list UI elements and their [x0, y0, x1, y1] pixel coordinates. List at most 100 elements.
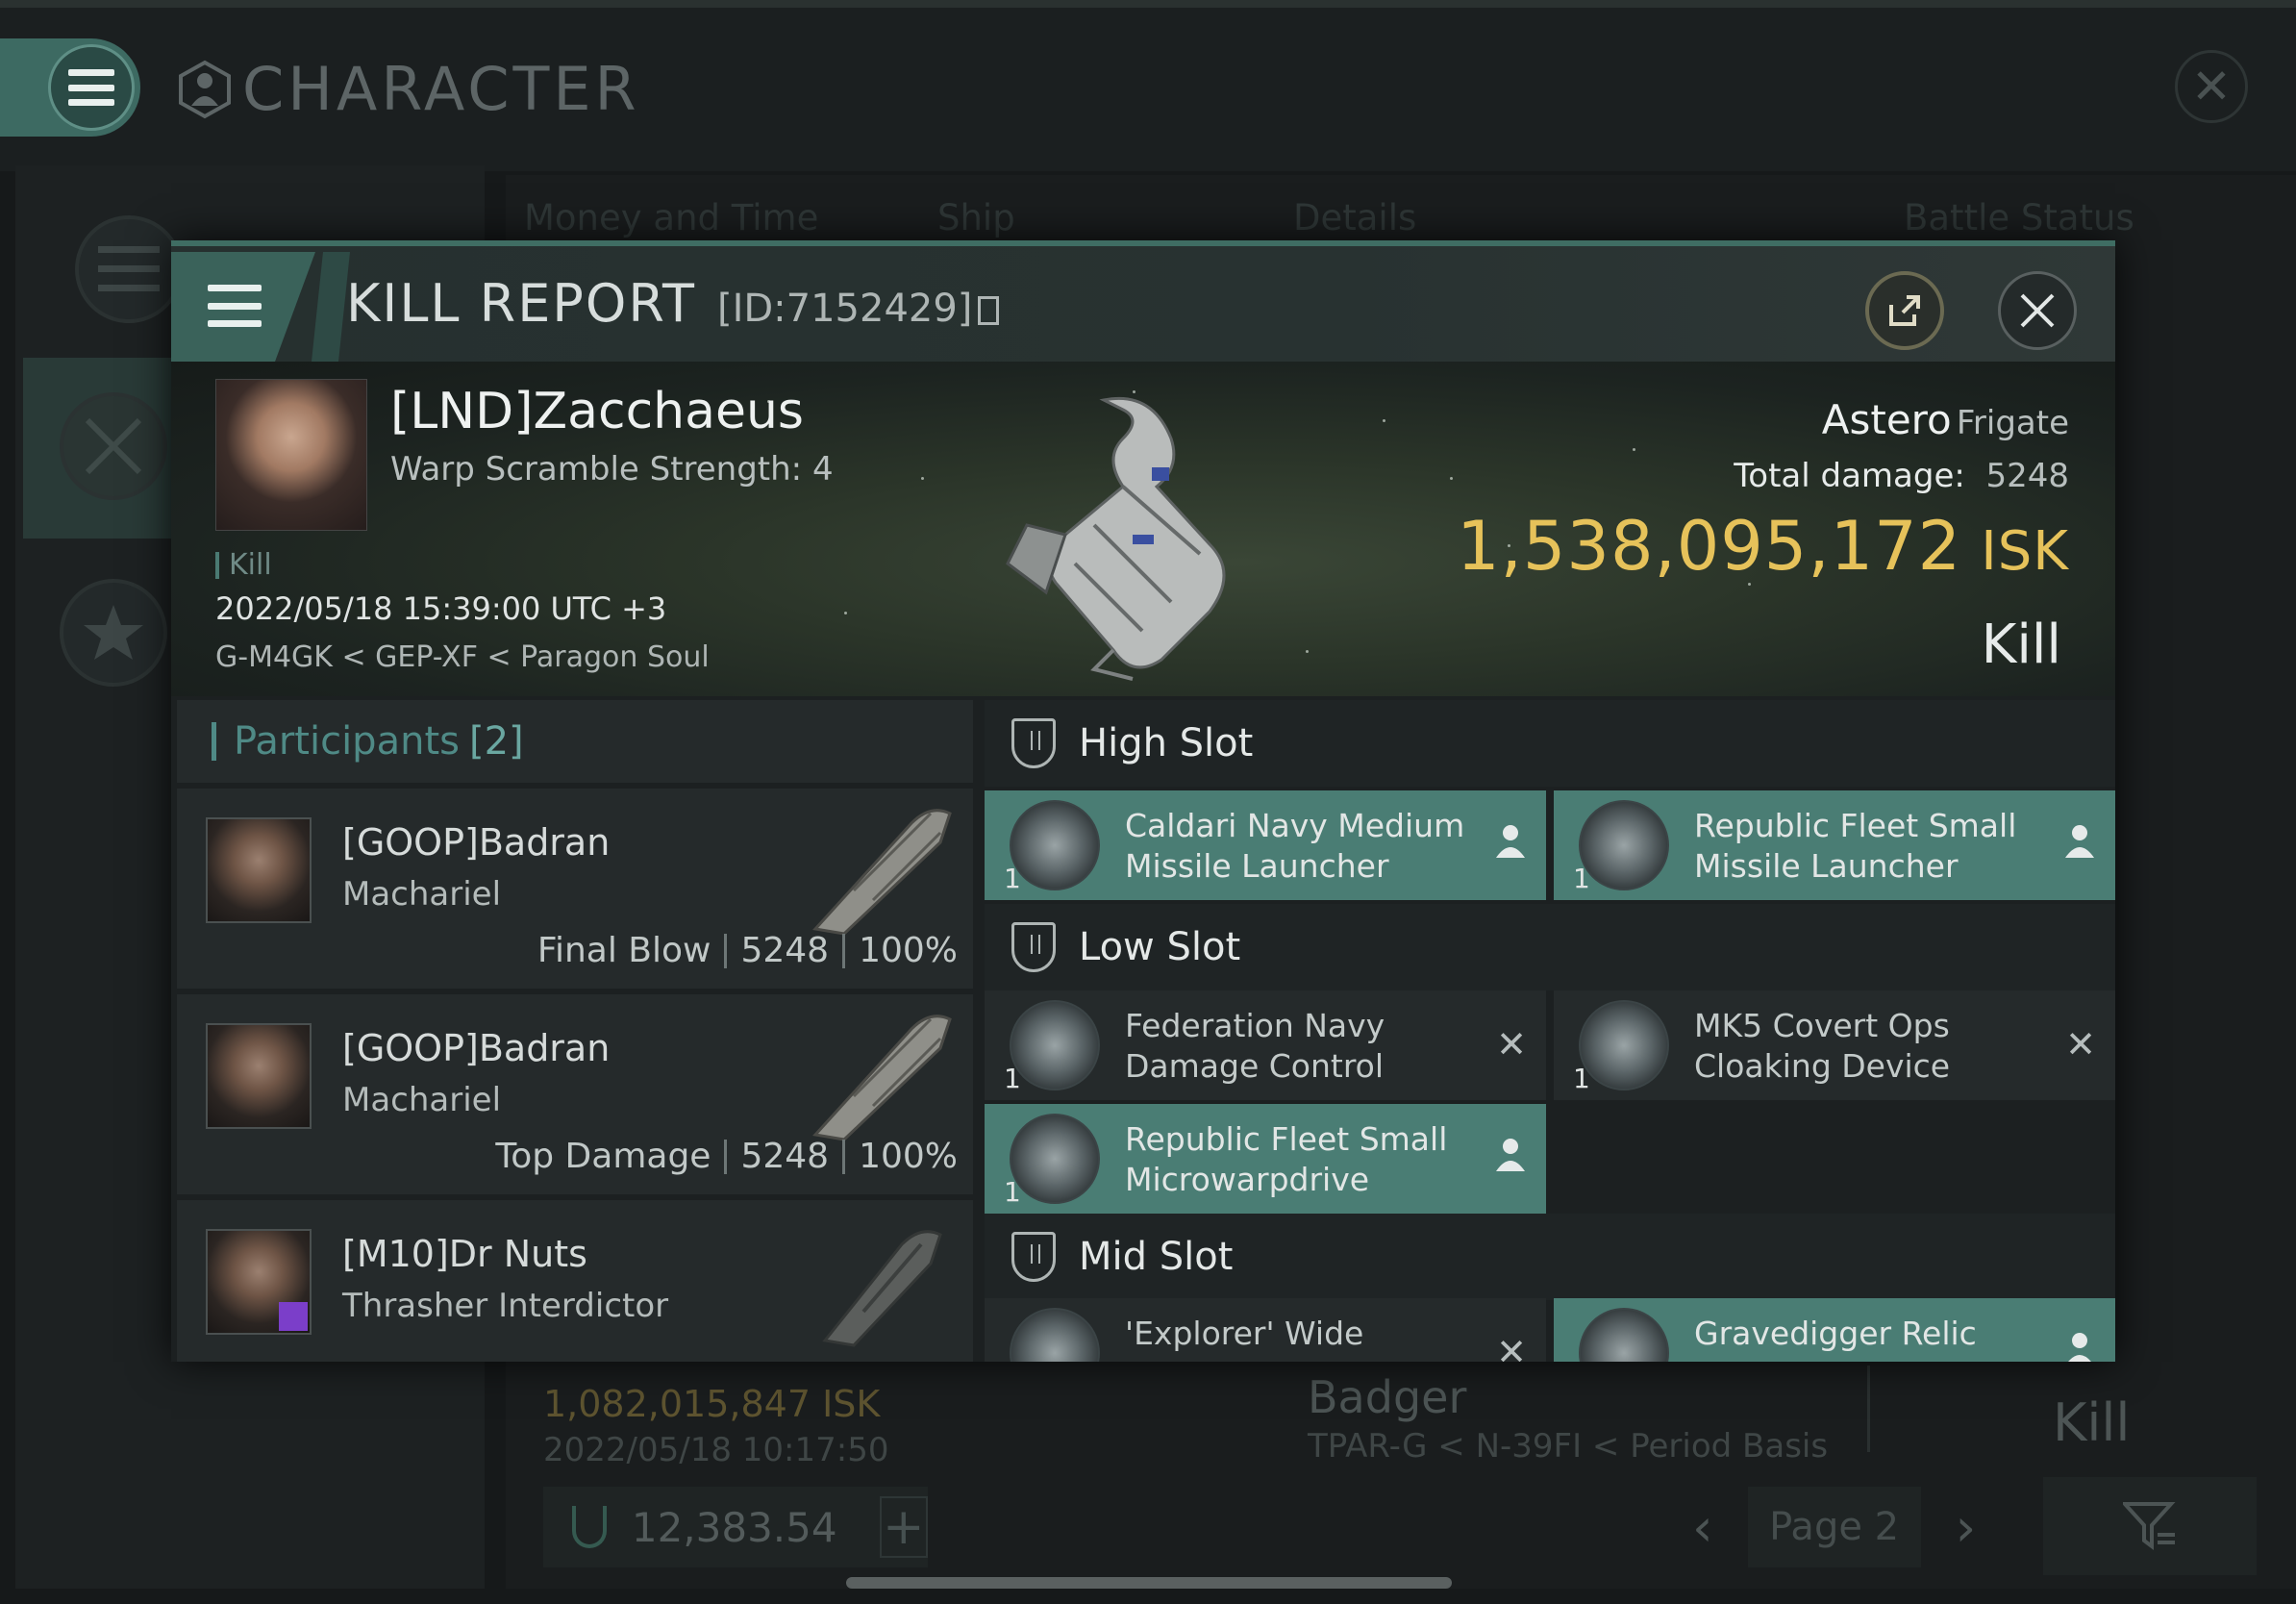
corp-badge-icon	[279, 1302, 308, 1331]
participant-portrait[interactable]	[206, 1023, 312, 1129]
participants-label: Participants	[234, 719, 460, 764]
next-page-button[interactable]: ›	[1956, 1497, 1977, 1558]
module-name: Republic Fleet Small Microwarpdrive	[1125, 1120, 1448, 1198]
row-isk-value: 1,082,015,847 ISK	[543, 1383, 881, 1425]
add-funds-button[interactable]: +	[879, 1496, 928, 1558]
top-edge	[0, 0, 2296, 8]
participants-header: Participants [2]	[177, 700, 973, 783]
participant-portrait[interactable]	[206, 1229, 312, 1335]
kill-report-title-text: KILL REPORT	[346, 273, 696, 334]
filter-button[interactable]	[2043, 1477, 2257, 1575]
participant-stats: Top Damage 5248 100%	[495, 1137, 958, 1176]
participants-count: [2]	[468, 719, 524, 764]
share-icon	[1889, 295, 1920, 326]
combat-log-button[interactable]	[60, 392, 167, 500]
previous-page-button[interactable]: ‹	[1692, 1497, 1713, 1558]
person-icon	[1494, 1137, 1527, 1182]
kill-report-header: KILL REPORT [ID:7152429]	[171, 240, 2115, 362]
main-menu-button[interactable]	[48, 44, 135, 131]
person-icon	[1494, 823, 1527, 868]
participant-row[interactable]: [GOOP]Badran Machariel Final Blow 5248 1…	[177, 789, 973, 989]
victim-portrait[interactable]	[215, 379, 367, 531]
column-ship[interactable]: Ship	[937, 197, 1015, 238]
participant-stats: Final Blow 5248 100%	[537, 931, 958, 970]
module-item[interactable]: Gravedigger Relic	[1554, 1298, 2115, 1362]
missile-launcher-icon	[1010, 800, 1100, 890]
module-item[interactable]: 1 Federation Navy Damage Control ✕	[985, 990, 1546, 1100]
module-item[interactable]: 1 Republic Fleet Small Microwarpdrive	[985, 1104, 1546, 1214]
page-indicator: Page 2	[1747, 1487, 1921, 1567]
victim-name[interactable]: [LND]Zacchaeus	[390, 383, 804, 440]
total-damage-value: 5248	[1985, 457, 2069, 495]
kill-report-dialog: KILL REPORT [ID:7152429] [LND]Zacchaeus …	[171, 240, 2115, 1362]
medals-button[interactable]	[60, 579, 167, 687]
close-x-icon: ✕	[2065, 1023, 2096, 1065]
person-icon	[2063, 1331, 2096, 1362]
high-slot-icon	[1011, 718, 1056, 768]
victim-ship-name[interactable]: Astero	[1822, 396, 1952, 443]
list-icon	[98, 246, 160, 291]
participant-damage: 5248	[740, 931, 830, 970]
kill-report-id: [ID:7152429]	[717, 287, 1000, 331]
module-quantity: 1	[1004, 1063, 1021, 1094]
thrasher-ship-image	[822, 1230, 942, 1347]
share-button[interactable]	[1865, 271, 1944, 350]
participant-role: Final Blow	[537, 931, 711, 970]
module-name: MK5 Covert Ops Cloaking Device	[1694, 1007, 1951, 1085]
participant-name[interactable]: [GOOP]Badran	[342, 821, 610, 864]
column-details[interactable]: Details	[1293, 197, 1416, 238]
window-close-button[interactable]: ✕	[2175, 50, 2248, 123]
participant-damage-percent: 100%	[859, 931, 958, 970]
column-money-time[interactable]: Money and Time	[524, 197, 818, 238]
astero-ship-image[interactable]	[988, 381, 1296, 689]
kill-report-menu-button[interactable]	[171, 252, 315, 362]
relic-analyzer-icon	[1579, 1308, 1669, 1362]
participant-ship: Thrasher Interdictor	[342, 1287, 669, 1325]
total-damage: Total damage: 5248	[1457, 457, 2069, 495]
missile-launcher-icon	[1579, 800, 1669, 890]
scanner-probe-launcher-icon	[1010, 1308, 1100, 1362]
cloaking-device-icon	[1579, 1000, 1669, 1090]
module-item[interactable]: 1 Republic Fleet Small Missile Launcher	[1554, 790, 2115, 900]
module-quantity: 1	[1004, 1176, 1021, 1208]
module-quantity: 1	[1004, 863, 1021, 894]
kill-datetime: 2022/05/18 15:39:00 UTC +3	[215, 590, 667, 627]
filter-icon	[2123, 1502, 2176, 1550]
mid-slot-icon	[1011, 1232, 1056, 1282]
participant-name[interactable]: [GOOP]Badran	[342, 1027, 610, 1069]
kill-report-title: KILL REPORT [ID:7152429]	[346, 273, 1000, 334]
pagination: ‹ Page 2 ›	[1692, 1487, 1976, 1567]
kill-report-close-button[interactable]	[1998, 271, 2077, 350]
module-name: 'Explorer' Wide	[1125, 1315, 1364, 1352]
column-battle-status[interactable]: Battle Status	[1904, 197, 2134, 238]
participant-row[interactable]: [GOOP]Badran Machariel Top Damage 5248 1…	[177, 994, 973, 1194]
home-indicator	[846, 1577, 1452, 1589]
mid-slot-label: Mid Slot	[1079, 1235, 1234, 1279]
participant-portrait[interactable]	[206, 817, 312, 923]
module-item[interactable]: 'Explorer' Wide ✕	[985, 1298, 1546, 1362]
row-date: 2022/05/18 10:17:50	[543, 1431, 889, 1469]
machariel-ship-image	[812, 809, 952, 936]
row-location: TPAR-G < N-39FI < Period Basis	[1308, 1427, 1829, 1466]
hamburger-icon	[68, 69, 114, 106]
kill-location[interactable]: G-M4GK < GEP-XF < Paragon Soul	[215, 640, 710, 674]
module-item[interactable]: 1 MK5 Covert Ops Cloaking Device ✕	[1554, 990, 2115, 1100]
victim-ship-class: Frigate	[1956, 404, 2069, 442]
participant-ship: Machariel	[342, 875, 502, 914]
copy-icon[interactable]	[978, 296, 1000, 325]
person-icon	[2063, 823, 2096, 868]
report-result: Kill	[1981, 614, 2061, 676]
participant-row[interactable]: [M10]Dr Nuts Thrasher Interdictor	[177, 1200, 973, 1362]
window-title: CHARACTER	[175, 54, 640, 124]
module-quantity: 1	[1573, 1063, 1590, 1094]
hamburger-icon	[208, 285, 262, 327]
low-slot-header: Low Slot	[985, 904, 2115, 990]
victim-summary: [LND]Zacchaeus Warp Scramble Strength: 4…	[171, 362, 2115, 696]
participant-ship: Machariel	[342, 1081, 502, 1119]
machariel-ship-image	[812, 1015, 952, 1141]
isk-value: 1,538,095,172 ISK	[1457, 507, 2069, 586]
list-menu-button[interactable]	[75, 215, 183, 323]
module-name: Gravedigger Relic	[1694, 1315, 1977, 1352]
module-item[interactable]: 1 Caldari Navy Medium Missile Launcher	[985, 790, 1546, 900]
participant-name[interactable]: [M10]Dr Nuts	[342, 1233, 587, 1275]
